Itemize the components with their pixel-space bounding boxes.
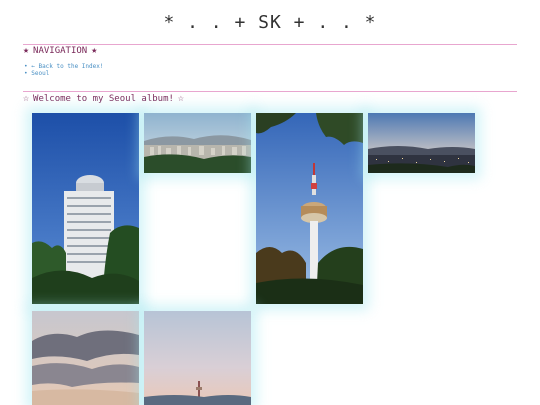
filled-star-icon: ★ [91, 45, 98, 56]
photo-city-panorama[interactable] [144, 113, 251, 173]
dusk-tower-far-image [144, 311, 251, 405]
navigation-heading-label: NAVIGATION [33, 45, 88, 56]
city-panorama-image [144, 113, 251, 173]
photo-namsan-tower[interactable] [256, 113, 363, 304]
photo-city-sunset[interactable] [368, 113, 475, 173]
nav-item-back: ← Back to the Index! [24, 63, 103, 70]
photo-dusk-tower-far[interactable] [144, 311, 251, 405]
page: * . . + SK + . . * ★ NAVIGATION ★ ← Back… [0, 0, 540, 405]
site-title: * . . + SK + . . * [163, 12, 377, 33]
photo-cloudy-sky[interactable] [32, 311, 139, 405]
tower-building-image [32, 113, 139, 304]
filled-star-icon: ★ [23, 45, 30, 56]
nav-item-seoul: Seoul [24, 70, 103, 77]
album-heading: ☆ Welcome to my Seoul album! ☆ [23, 93, 184, 104]
outline-star-icon: ☆ [23, 93, 30, 104]
seoul-link[interactable]: Seoul [31, 70, 49, 77]
album-heading-label: Welcome to my Seoul album! [33, 93, 174, 104]
city-sunset-image [368, 113, 475, 173]
outline-star-icon: ☆ [177, 93, 184, 104]
namsan-tower-image [256, 113, 363, 304]
back-to-index-link[interactable]: ← Back to the Index! [31, 63, 103, 70]
photo-tower-building[interactable] [32, 113, 139, 304]
cloudy-sky-image [32, 311, 139, 405]
navigation-heading: ★ NAVIGATION ★ [23, 45, 97, 56]
navigation-links: ← Back to the Index! Seoul [24, 63, 103, 77]
album-top-rule [23, 91, 517, 92]
